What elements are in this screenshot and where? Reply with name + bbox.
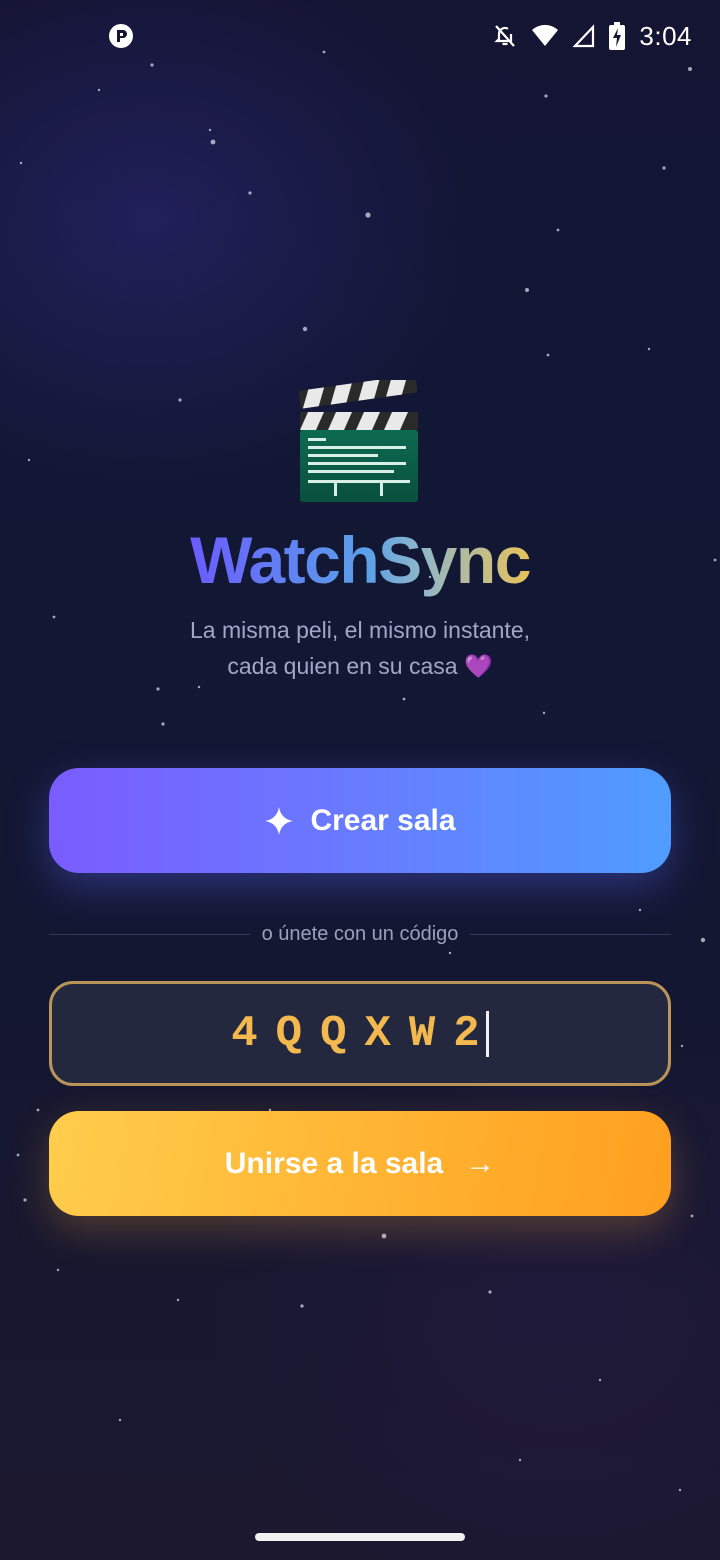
- star-dot: [16, 1153, 20, 1157]
- star-dot: [542, 711, 546, 715]
- star-dot: [300, 1304, 304, 1308]
- star-dot: [662, 166, 666, 170]
- star-dot: [381, 1233, 387, 1239]
- join-room-label: Unirse a la sala: [224, 1146, 444, 1180]
- join-divider: o únete con un código: [49, 918, 672, 950]
- star-dot: [97, 88, 101, 92]
- star-dot: [176, 1298, 180, 1302]
- status-time: 3:04: [639, 20, 692, 51]
- star-dot: [690, 1214, 694, 1218]
- divider-line-left: [49, 933, 250, 935]
- star-dot: [546, 353, 550, 357]
- star-dot: [518, 1458, 522, 1462]
- star-dot: [598, 1378, 602, 1382]
- star-dot: [36, 1108, 40, 1112]
- create-room-label: Crear sala: [310, 803, 456, 837]
- star-dot: [448, 951, 452, 955]
- divider-line-right: [470, 933, 672, 935]
- star-dot: [402, 697, 406, 701]
- status-bar: 3:04: [0, 0, 720, 72]
- clapperboard-icon: [298, 380, 418, 502]
- star-dot: [208, 128, 212, 132]
- app-notification-icon: [109, 24, 133, 48]
- star-dot: [178, 398, 182, 402]
- wifi-icon: [532, 24, 559, 46]
- sparkle-icon: [265, 806, 294, 835]
- battery-charging-icon: [609, 22, 626, 50]
- star-dot: [161, 722, 165, 726]
- home-indicator[interactable]: [255, 1533, 465, 1541]
- room-code-input[interactable]: 4QQXW2: [49, 981, 671, 1086]
- tagline-line-2: cada quien en su casa 💜: [227, 653, 493, 679]
- star-dot: [248, 191, 252, 195]
- star-dot: [19, 161, 23, 165]
- star-dot: [638, 908, 642, 912]
- star-dot: [544, 94, 548, 98]
- star-dot: [488, 1290, 492, 1294]
- star-dot: [680, 1044, 684, 1048]
- star-dot: [156, 687, 160, 691]
- star-dot: [56, 1268, 60, 1272]
- join-room-button[interactable]: Unirse a la sala →: [49, 1111, 671, 1216]
- cell-signal-icon: [573, 24, 595, 48]
- divider-text: o únete con un código: [261, 922, 459, 945]
- star-dot: [700, 937, 706, 943]
- text-cursor: [485, 1010, 489, 1057]
- app-title: WatchSync: [190, 523, 531, 597]
- tagline: La misma peli, el mismo instante, cada q…: [0, 612, 720, 684]
- star-dot: [302, 326, 308, 332]
- star-dot: [556, 228, 560, 232]
- star-dot: [118, 1418, 122, 1422]
- star-dot: [210, 139, 216, 145]
- room-code-value: 4QQXW2: [231, 1008, 498, 1059]
- star-dot: [525, 288, 529, 292]
- star-dot: [27, 458, 31, 462]
- star-dot: [365, 212, 371, 218]
- star-dot: [678, 1488, 682, 1492]
- star-dot: [197, 685, 201, 689]
- create-room-button[interactable]: Crear sala: [49, 768, 671, 873]
- arrow-right-icon: →: [465, 1146, 496, 1180]
- star-dot: [23, 1198, 27, 1202]
- purple-heart-icon: 💜: [463, 653, 493, 679]
- notifications-off-icon: [494, 25, 516, 47]
- star-dot: [647, 347, 651, 351]
- tagline-line-1: La misma peli, el mismo instante,: [189, 617, 530, 643]
